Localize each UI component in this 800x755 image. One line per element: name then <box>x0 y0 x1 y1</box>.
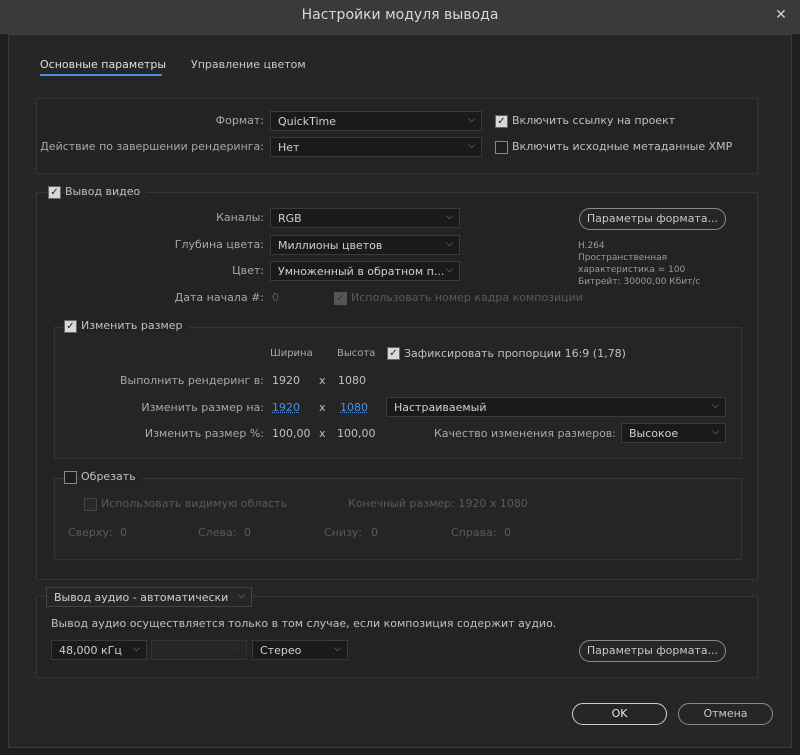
chevron-down-icon: ⌵ <box>468 115 475 125</box>
resize-pct-label: Изменить размер %: <box>144 427 264 440</box>
crop-label: Обрезать <box>81 470 142 483</box>
quality-label: Качество изменения размеров: <box>434 427 616 440</box>
codec-line: H.264 <box>578 241 605 251</box>
codec-line: Битрейт: 30000,00 Кбит/с <box>578 277 701 287</box>
include-xmp-label: Включить исходные метаданные XMP <box>512 140 733 153</box>
resize-width-input[interactable]: 1920 <box>272 401 300 414</box>
audio-rate-value: 48,000 кГц <box>59 644 122 657</box>
crop-left-value[interactable]: 0 <box>244 526 251 539</box>
resize-height-input[interactable]: 1080 <box>340 401 368 414</box>
x-separator: x <box>319 427 326 440</box>
color-select[interactable]: Умноженный в обратном п... ⌵ <box>270 261 460 281</box>
audio-channels-value: Стерео <box>260 644 302 657</box>
audio-mode-select[interactable]: Вывод аудио - автоматически ⌵ <box>46 587 252 607</box>
codec-line: характеристика = 100 <box>578 265 686 275</box>
use-comp-frame-checkbox[interactable]: ✓ <box>334 292 347 305</box>
crop-panel <box>54 478 742 560</box>
use-roi-label: Использовать видимую область <box>101 497 288 510</box>
include-xmp-checkbox[interactable] <box>495 141 508 154</box>
format-select[interactable]: QuickTime ⌵ <box>270 111 482 131</box>
chevron-down-icon: ⌵ <box>446 212 453 222</box>
video-format-options-button[interactable]: Параметры формата... <box>579 208 726 230</box>
width-header: Ширина <box>270 348 313 359</box>
resize-preset-select[interactable]: Настраиваемый ⌵ <box>386 397 726 417</box>
post-render-label: Действие по завершении рендеринга: <box>40 140 264 153</box>
title-bar: Настройки модуля вывода ✕ <box>0 0 800 34</box>
audio-format-options-button[interactable]: Параметры формата... <box>579 640 726 662</box>
depth-label: Глубина цвета: <box>174 238 264 251</box>
post-render-value: Нет <box>278 141 300 154</box>
close-icon[interactable]: ✕ <box>768 4 794 26</box>
crop-left-label: Слева: <box>198 526 237 539</box>
include-link-checkbox[interactable]: ✓ <box>495 115 508 128</box>
audio-channels-select[interactable]: Стерео ⌵ <box>252 640 348 660</box>
start-value[interactable]: 0 <box>272 291 279 304</box>
chevron-down-icon: ⌵ <box>468 141 475 151</box>
rendering-height: 1080 <box>338 374 366 387</box>
depth-value: Миллионы цветов <box>278 239 383 252</box>
format-label: Формат: <box>215 114 264 127</box>
audio-mode-value: Вывод аудио - автоматически <box>54 591 229 604</box>
crop-top-value[interactable]: 0 <box>120 526 127 539</box>
general-panel <box>36 98 758 174</box>
pct-width: 100,00 <box>272 427 311 440</box>
quality-value: Высокое <box>629 427 679 440</box>
depth-select[interactable]: Миллионы цветов ⌵ <box>270 235 460 255</box>
crop-right-label: Справа: <box>451 526 497 539</box>
audio-depth-select[interactable]: ⌵ <box>151 640 247 660</box>
codec-line: Пространственная <box>578 253 668 263</box>
chevron-down-icon: ⌵ <box>446 239 453 249</box>
chevron-down-icon: ⌵ <box>133 644 140 654</box>
video-output-label: Вывод видео <box>65 185 147 198</box>
audio-rate-select[interactable]: 48,000 кГц ⌵ <box>51 640 147 660</box>
resize-label: Изменить размер <box>81 319 189 332</box>
chevron-down-icon: ⌵ <box>238 591 245 601</box>
color-label: Цвет: <box>232 264 264 277</box>
use-comp-frame-label: Использовать номер кадра композиции <box>351 291 583 304</box>
resize-to-label: Изменить размер на: <box>141 401 264 414</box>
crop-top-label: Сверху: <box>68 526 113 539</box>
x-separator: x <box>319 401 326 414</box>
active-tab-indicator <box>40 74 162 76</box>
use-roi-checkbox[interactable] <box>84 498 97 511</box>
x-separator: x <box>319 374 326 387</box>
ok-button[interactable]: OK <box>572 703 667 725</box>
cancel-button[interactable]: Отмена <box>678 703 773 725</box>
channels-label: Каналы: <box>216 211 264 224</box>
quality-select[interactable]: Высокое ⌵ <box>621 423 726 443</box>
post-render-select[interactable]: Нет ⌵ <box>270 137 482 157</box>
chevron-down-icon: ⌵ <box>233 644 240 654</box>
rendering-width: 1920 <box>272 374 300 387</box>
final-size-label: Конечный размер: 1920 x 1080 <box>348 497 528 510</box>
color-value: Умноженный в обратном п... <box>278 265 445 278</box>
pct-height: 100,00 <box>337 427 376 440</box>
resize-preset-value: Настраиваемый <box>394 401 487 414</box>
start-label: Дата начала #: <box>174 291 264 304</box>
crop-right-value[interactable]: 0 <box>504 526 511 539</box>
resize-checkbox[interactable]: ✓ <box>64 320 77 333</box>
tab-basic-settings[interactable]: Основные параметры <box>40 58 166 71</box>
height-header: Высота <box>337 348 376 359</box>
include-link-label: Включить ссылку на проект <box>512 114 676 127</box>
crop-bottom-label: Снизу: <box>324 526 363 539</box>
chevron-down-icon: ⌵ <box>712 401 719 411</box>
lock-aspect-label: Зафиксировать пропорции 16:9 (1,78) <box>404 347 626 360</box>
crop-bottom-value[interactable]: 0 <box>371 526 378 539</box>
lock-aspect-checkbox[interactable]: ✓ <box>387 347 400 360</box>
tab-color-management[interactable]: Управление цветом <box>191 58 306 71</box>
channels-value: RGB <box>278 212 302 225</box>
rendering-at-label: Выполнить рендеринг в: <box>119 374 264 387</box>
chevron-down-icon: ⌵ <box>446 265 453 275</box>
chevron-down-icon: ⌵ <box>712 427 719 437</box>
codec-info: H.264 Пространственная характеристика = … <box>578 240 700 288</box>
channels-select[interactable]: RGB ⌵ <box>270 208 460 228</box>
video-output-checkbox[interactable]: ✓ <box>48 186 61 199</box>
format-value: QuickTime <box>278 115 337 128</box>
chevron-down-icon: ⌵ <box>334 644 341 654</box>
window-title: Настройки модуля вывода <box>301 7 499 23</box>
audio-info-text: Вывод аудио осуществляется только в том … <box>51 617 557 630</box>
crop-checkbox[interactable] <box>64 471 77 484</box>
audio-panel <box>36 596 758 678</box>
